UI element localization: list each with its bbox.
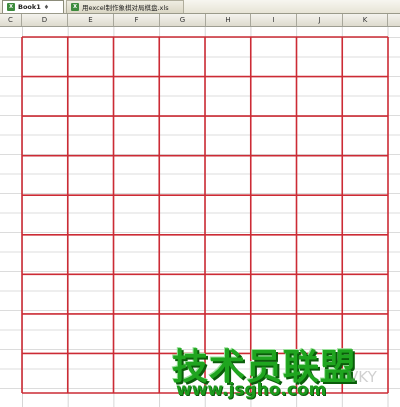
column-header-c[interactable]: C <box>0 14 22 26</box>
column-header-d[interactable]: D <box>22 14 68 26</box>
workbook-tab-bar: X Book1 ♦ X 用excel制作象棋对局棋盘.xls <box>0 0 400 14</box>
tab-book1[interactable]: X Book1 ♦ <box>2 0 64 13</box>
column-header-g[interactable]: G <box>160 14 206 26</box>
excel-file-icon: X <box>71 3 79 11</box>
column-header-k[interactable]: K <box>343 14 388 26</box>
column-header-j[interactable]: J <box>297 14 343 26</box>
tab-chess-board-xls[interactable]: X 用excel制作象棋对局棋盘.xls <box>66 0 184 13</box>
column-header-i[interactable]: I <box>251 14 297 26</box>
tab-label: 用excel制作象棋对局棋盘.xls <box>82 4 169 12</box>
column-header-row: C D E F G H I J K <box>0 14 400 27</box>
column-header-e[interactable]: E <box>68 14 114 26</box>
watermark-url: www.jsgho.com <box>176 380 327 400</box>
site-watermark: 技术员联盟 www.jsgho.com VKY <box>170 338 400 407</box>
excel-file-icon: X <box>7 3 15 11</box>
column-header-h[interactable]: H <box>206 14 251 26</box>
column-header-f[interactable]: F <box>114 14 160 26</box>
modified-marker: ♦ <box>43 3 50 11</box>
tab-label: Book1 <box>18 3 41 11</box>
watermark-faint-text: VKY <box>348 368 377 386</box>
